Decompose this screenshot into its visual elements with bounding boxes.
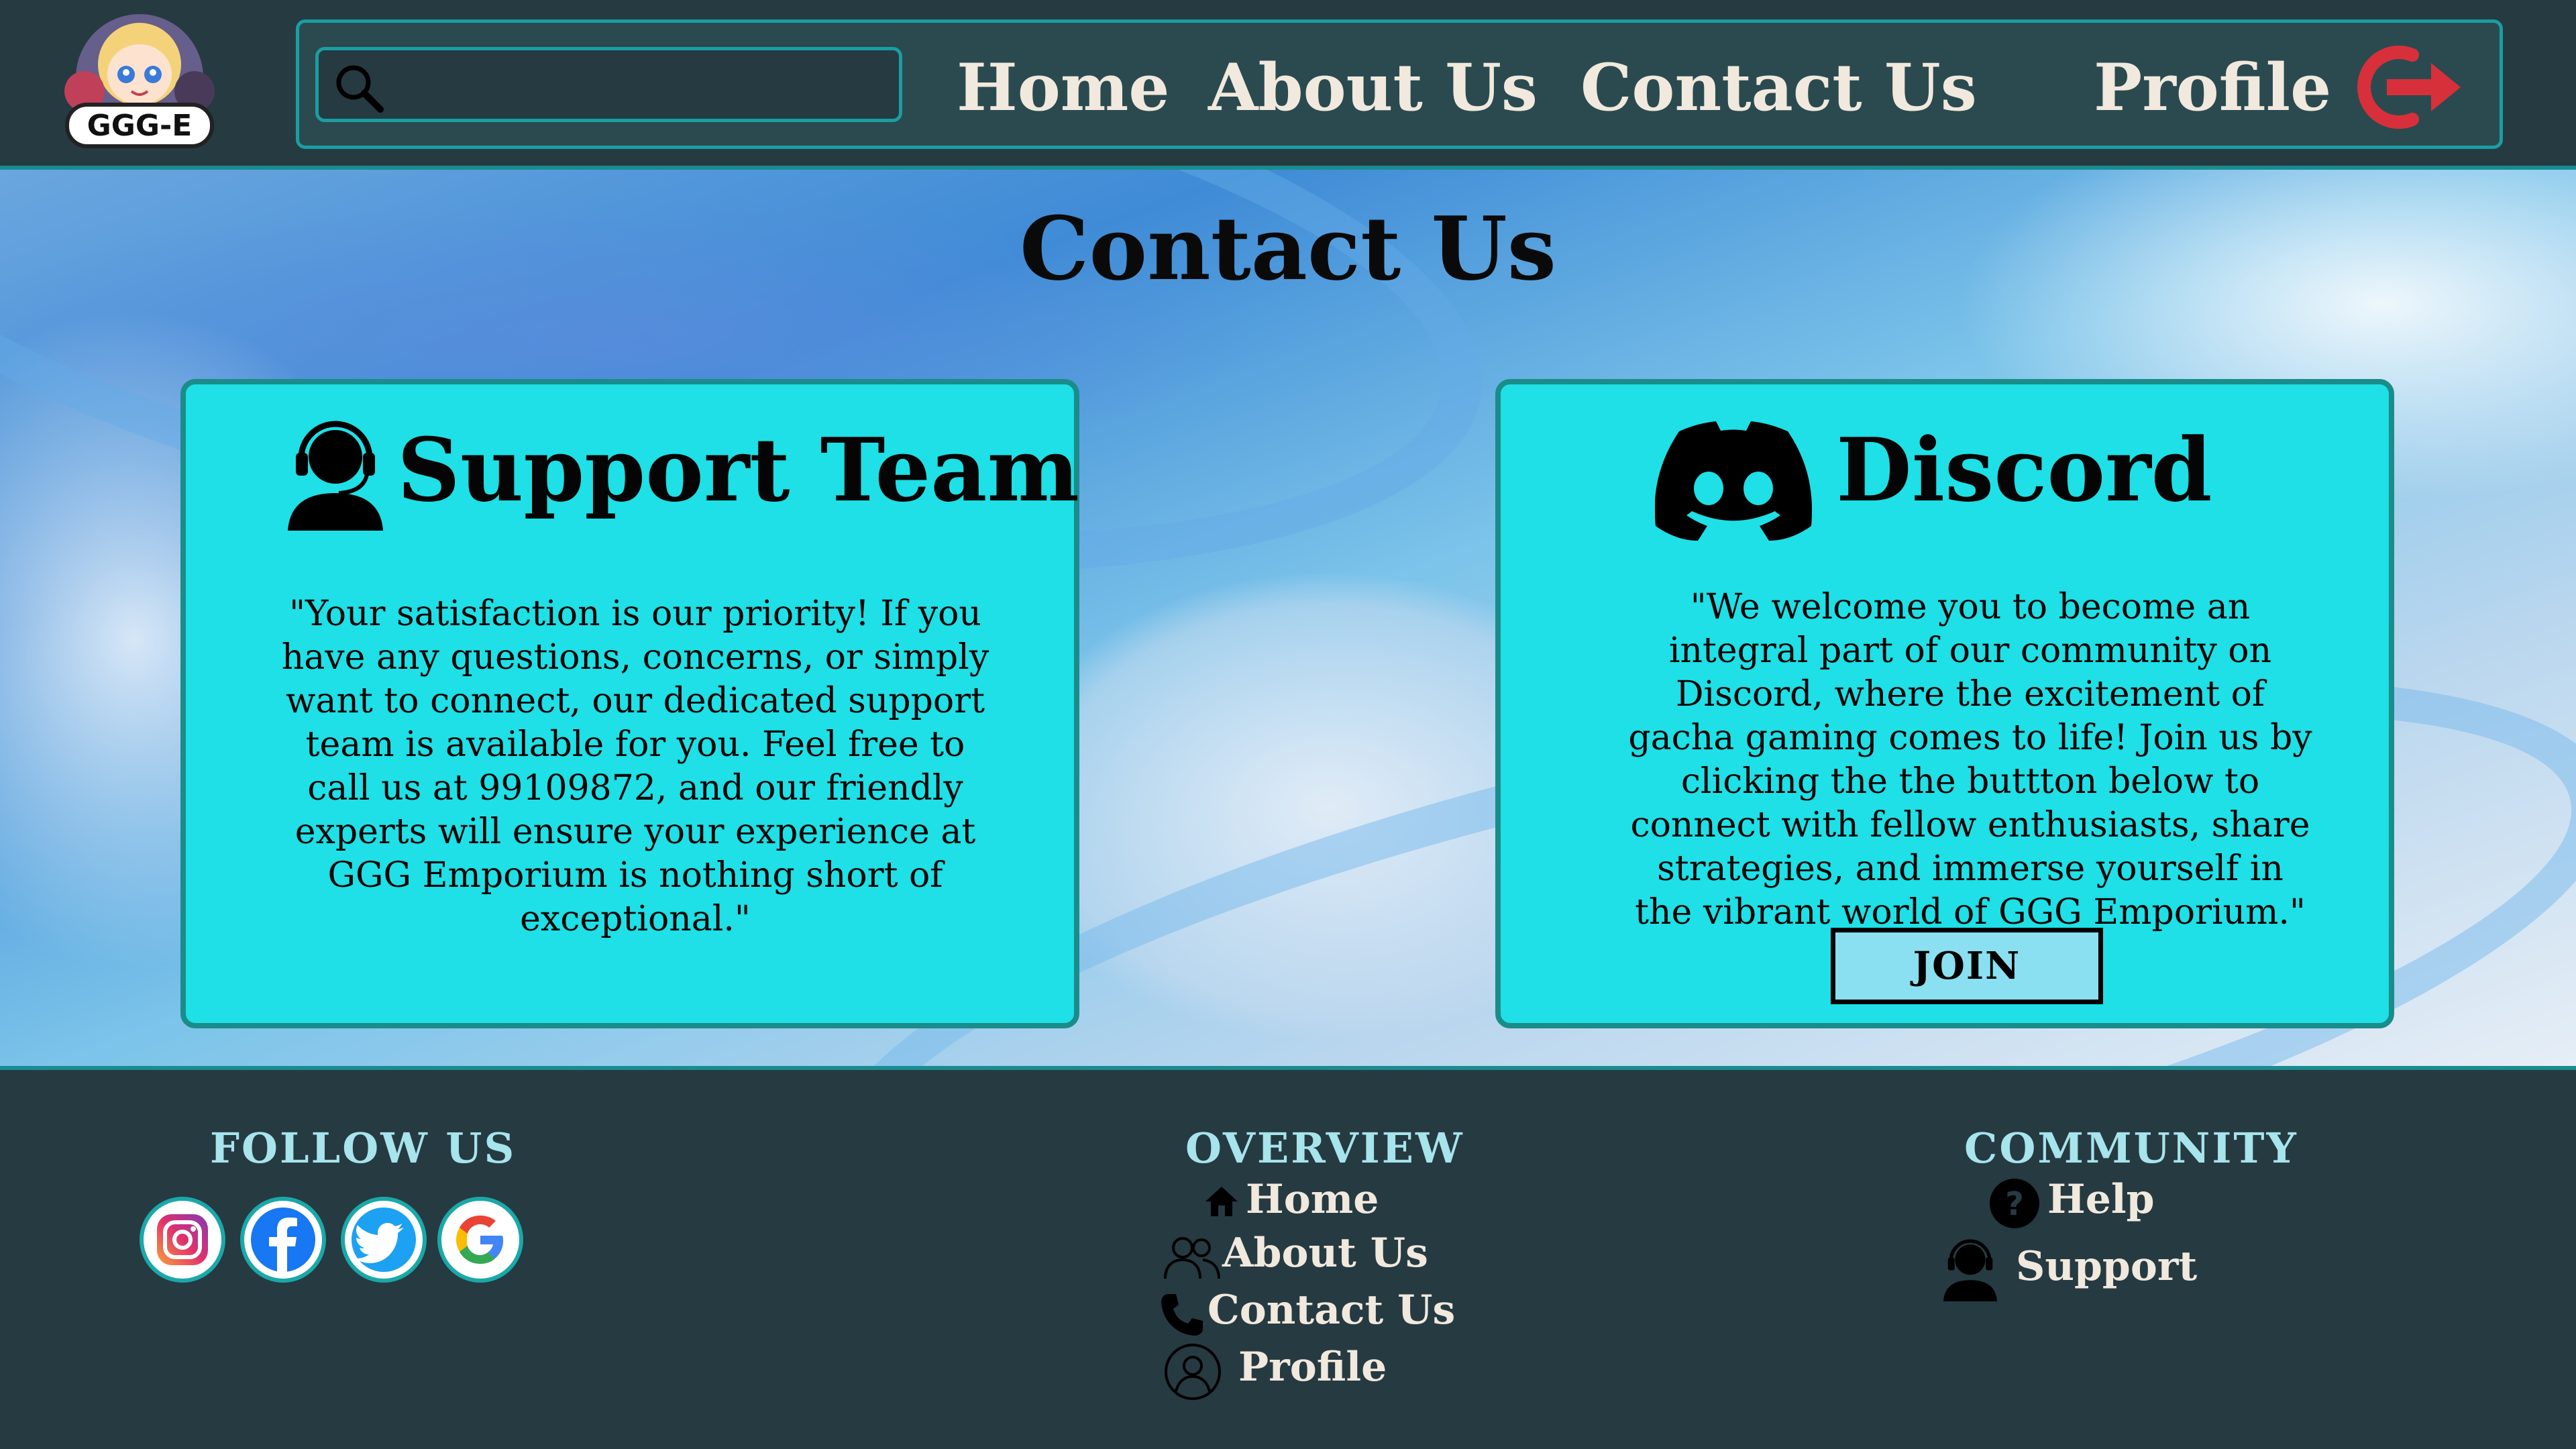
- search-box[interactable]: [315, 47, 902, 122]
- profile-icon: [1165, 1344, 1221, 1400]
- search-input[interactable]: [399, 57, 885, 113]
- support-team-heading: Support Team: [397, 419, 1080, 521]
- home-icon: [1205, 1187, 1238, 1216]
- instagram-icon[interactable]: [140, 1197, 225, 1283]
- instagram-glyph: [157, 1214, 208, 1265]
- facebook-glyph: [251, 1208, 315, 1272]
- support-team-card: Support Team "Your satisfaction is our p…: [180, 379, 1079, 1028]
- site-footer: FOLLOW US OVERVIEW Home About Us Contact…: [0, 1066, 2576, 1449]
- join-button[interactable]: JOIN: [1831, 928, 2103, 1004]
- discord-heading: Discord: [1836, 419, 2212, 521]
- support-agent-icon: [1943, 1239, 1998, 1301]
- follow-us-heading: FOLLOW US: [210, 1124, 517, 1173]
- facebook-icon[interactable]: [240, 1197, 326, 1283]
- search-icon[interactable]: [332, 61, 386, 115]
- google-glyph: [456, 1216, 503, 1264]
- logout-icon[interactable]: [2345, 40, 2466, 134]
- page-title: Contact Us: [1020, 197, 1556, 300]
- support-agent-icon: [288, 421, 383, 531]
- discord-card: Discord "We welcome you to become an int…: [1495, 379, 2394, 1028]
- discord-icon: [1655, 421, 1812, 541]
- svg-text:?: ?: [2005, 1185, 2024, 1223]
- overview-heading: OVERVIEW: [1185, 1124, 1464, 1173]
- phone-icon: [1161, 1294, 1203, 1336]
- help-icon: ?: [1990, 1179, 2039, 1228]
- nav-profile[interactable]: Profile: [2094, 52, 2331, 123]
- footer-link-support[interactable]: Support: [2016, 1244, 2197, 1289]
- twitter-glyph: [352, 1208, 416, 1272]
- site-logo[interactable]: GGG-E: [52, 11, 227, 158]
- footer-link-home[interactable]: Home: [1246, 1177, 1379, 1222]
- footer-link-contact-us[interactable]: Contact Us: [1208, 1288, 1455, 1332]
- twitter-icon[interactable]: [341, 1197, 427, 1283]
- nav-home[interactable]: Home: [957, 52, 1169, 123]
- users-icon: [1164, 1237, 1220, 1279]
- nav-about-us[interactable]: About Us: [1208, 52, 1538, 123]
- footer-link-about-us[interactable]: About Us: [1222, 1231, 1428, 1275]
- support-team-text: "Your satisfaction is our priority! If y…: [281, 594, 989, 939]
- community-heading: COMMUNITY: [1964, 1124, 2298, 1173]
- google-icon[interactable]: [437, 1197, 523, 1283]
- site-header: GGG-E Home About Us Contact Us Profile: [0, 0, 2576, 170]
- discord-text: "We welcome you to become an integral pa…: [1628, 587, 2312, 932]
- main-navbar: Home About Us Contact Us Profile: [296, 19, 2503, 149]
- svg-text:GGG-E: GGG-E: [87, 109, 193, 143]
- footer-link-profile[interactable]: Profile: [1238, 1345, 1387, 1389]
- logo-image: GGG-E: [64, 14, 215, 148]
- footer-link-help[interactable]: Help: [2047, 1177, 2155, 1222]
- nav-contact-us[interactable]: Contact Us: [1580, 52, 1977, 123]
- main-content: Contact Us Support Team "Your satisfacti…: [0, 170, 2576, 1066]
